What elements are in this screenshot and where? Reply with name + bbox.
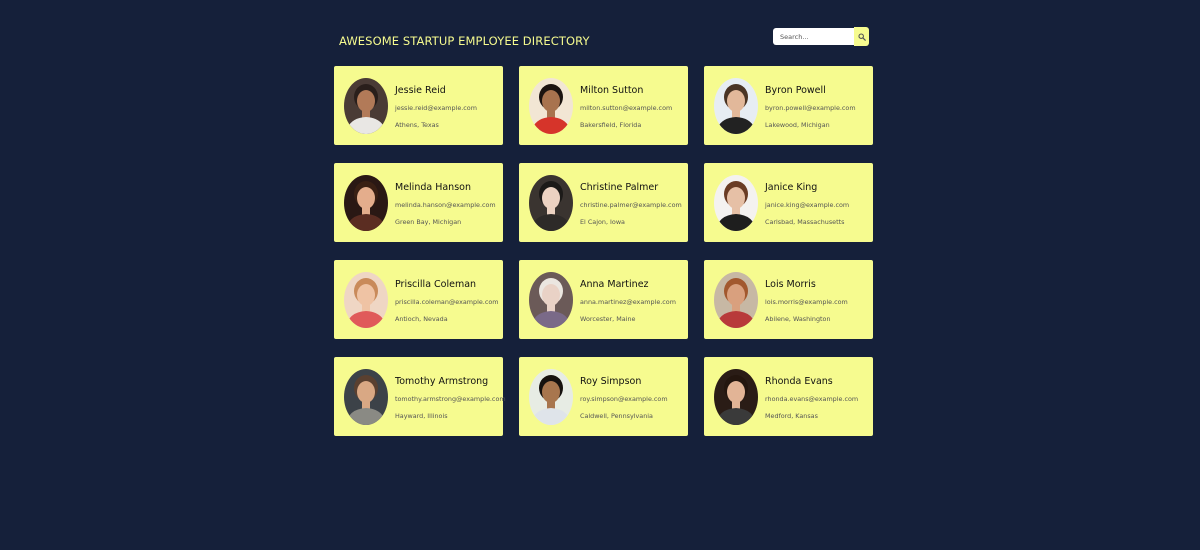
employee-card[interactable]: Anna Martinez anna.martinez@example.com Wo… bbox=[519, 260, 688, 339]
employee-info: Janice King janice.king@example.com Carlsb… bbox=[765, 182, 871, 226]
employee-card[interactable]: Milton Sutton milton.sutton@example.com Ba… bbox=[519, 66, 688, 145]
employee-name: Melinda Hanson bbox=[395, 182, 471, 193]
employee-info: Anna Martinez anna.martinez@example.com Wo… bbox=[580, 279, 686, 323]
search-icon bbox=[857, 29, 866, 44]
employee-card[interactable]: Byron Powell byron.powell@example.com Lake… bbox=[704, 66, 873, 145]
employee-avatar bbox=[529, 175, 573, 231]
employee-avatar bbox=[344, 78, 388, 134]
employee-location: Caldwell, Pennsylvania bbox=[580, 412, 653, 420]
page-title: AWESOME STARTUP EMPLOYEE DIRECTORY bbox=[339, 34, 590, 48]
employee-card[interactable]: Lois Morris lois.morris@example.com Abilen… bbox=[704, 260, 873, 339]
employee-avatar bbox=[714, 272, 758, 328]
employee-email: rhonda.evans@example.com bbox=[765, 395, 859, 403]
employee-card[interactable]: Janice King janice.king@example.com Carlsb… bbox=[704, 163, 873, 242]
employee-name: Byron Powell bbox=[765, 85, 826, 96]
employee-location: Bakersfield, Florida bbox=[580, 121, 642, 129]
employee-info: Jessie Reid jessie.reid@example.com Athens… bbox=[395, 85, 501, 129]
employee-avatar bbox=[529, 78, 573, 134]
employee-email: roy.simpson@example.com bbox=[580, 395, 668, 403]
employee-directory-page: AWESOME STARTUP EMPLOYEE DIRECTORY Jessi… bbox=[0, 0, 1200, 550]
employee-location: Abilene, Washington bbox=[765, 315, 831, 323]
employee-avatar bbox=[714, 175, 758, 231]
employee-avatar bbox=[714, 369, 758, 425]
employee-location: Antioch, Nevada bbox=[395, 315, 448, 323]
employee-email: jessie.reid@example.com bbox=[395, 104, 477, 112]
employee-email: janice.king@example.com bbox=[765, 201, 850, 209]
employee-info: Lois Morris lois.morris@example.com Abilen… bbox=[765, 279, 871, 323]
employee-email: milton.sutton@example.com bbox=[580, 104, 673, 112]
employee-email: melinda.hanson@example.com bbox=[395, 201, 496, 209]
employee-location: Hayward, Illinois bbox=[395, 412, 448, 420]
employee-card[interactable]: Roy Simpson roy.simpson@example.com Caldwe… bbox=[519, 357, 688, 436]
employee-name: Roy Simpson bbox=[580, 376, 642, 387]
employee-info: Tomothy Armstrong tomothy.armstrong@examp… bbox=[395, 376, 506, 420]
employee-avatar bbox=[344, 272, 388, 328]
employee-name: Lois Morris bbox=[765, 279, 816, 290]
employee-avatar bbox=[344, 369, 388, 425]
employee-name: Christine Palmer bbox=[580, 182, 659, 193]
search-button[interactable] bbox=[854, 27, 869, 46]
employee-email: tomothy.armstrong@example.com bbox=[395, 395, 506, 403]
employee-name: Anna Martinez bbox=[580, 279, 649, 290]
employee-location: Athens, Texas bbox=[395, 121, 439, 129]
employee-location: Carlsbad, Massachusetts bbox=[765, 218, 845, 226]
employee-info: Rhonda Evans rhonda.evans@example.com Medf… bbox=[765, 376, 871, 420]
employee-location: El Cajon, Iowa bbox=[580, 218, 625, 226]
employee-info: Melinda Hanson melinda.hanson@example.com… bbox=[395, 182, 501, 226]
employee-location: Lakewood, Michigan bbox=[765, 121, 830, 129]
employee-avatar bbox=[344, 175, 388, 231]
employee-email: byron.powell@example.com bbox=[765, 104, 856, 112]
employee-info: Priscilla Coleman priscilla.coleman@examp… bbox=[395, 279, 501, 323]
employee-avatar bbox=[529, 272, 573, 328]
employee-location: Medford, Kansas bbox=[765, 412, 818, 420]
employee-email: priscilla.coleman@example.com bbox=[395, 298, 499, 306]
employee-card[interactable]: Tomothy Armstrong tomothy.armstrong@examp… bbox=[334, 357, 506, 436]
employee-avatar bbox=[714, 78, 758, 134]
employee-card[interactable]: Christine Palmer christine.palmer@example… bbox=[519, 163, 688, 242]
employee-name: Rhonda Evans bbox=[765, 376, 833, 387]
employee-info: Roy Simpson roy.simpson@example.com Caldwe… bbox=[580, 376, 686, 420]
employee-email: christine.palmer@example.com bbox=[580, 201, 682, 209]
search-input[interactable] bbox=[773, 28, 854, 45]
employee-email: anna.martinez@example.com bbox=[580, 298, 676, 306]
header: AWESOME STARTUP EMPLOYEE DIRECTORY bbox=[334, 27, 874, 55]
employee-card[interactable]: Rhonda Evans rhonda.evans@example.com Medf… bbox=[704, 357, 873, 436]
employee-name: Tomothy Armstrong bbox=[395, 376, 489, 387]
employee-email: lois.morris@example.com bbox=[765, 298, 848, 306]
employee-card[interactable]: Melinda Hanson melinda.hanson@example.com… bbox=[334, 163, 503, 242]
employee-card[interactable]: Priscilla Coleman priscilla.coleman@examp… bbox=[334, 260, 503, 339]
search-form bbox=[773, 27, 869, 46]
employee-info: Byron Powell byron.powell@example.com Lake… bbox=[765, 85, 871, 129]
employee-gallery: Jessie Reid jessie.reid@example.com Athens… bbox=[334, 66, 873, 436]
employee-card[interactable]: Jessie Reid jessie.reid@example.com Athens… bbox=[334, 66, 503, 145]
employee-name: Priscilla Coleman bbox=[395, 279, 477, 290]
employee-name: Milton Sutton bbox=[580, 85, 644, 96]
employee-name: Janice King bbox=[765, 182, 818, 193]
employee-avatar bbox=[529, 369, 573, 425]
employee-info: Christine Palmer christine.palmer@example… bbox=[580, 182, 686, 226]
employee-info: Milton Sutton milton.sutton@example.com Ba… bbox=[580, 85, 686, 129]
employee-location: Green Bay, Michigan bbox=[395, 218, 462, 226]
employee-location: Worcester, Maine bbox=[580, 315, 636, 323]
employee-name: Jessie Reid bbox=[395, 85, 446, 96]
